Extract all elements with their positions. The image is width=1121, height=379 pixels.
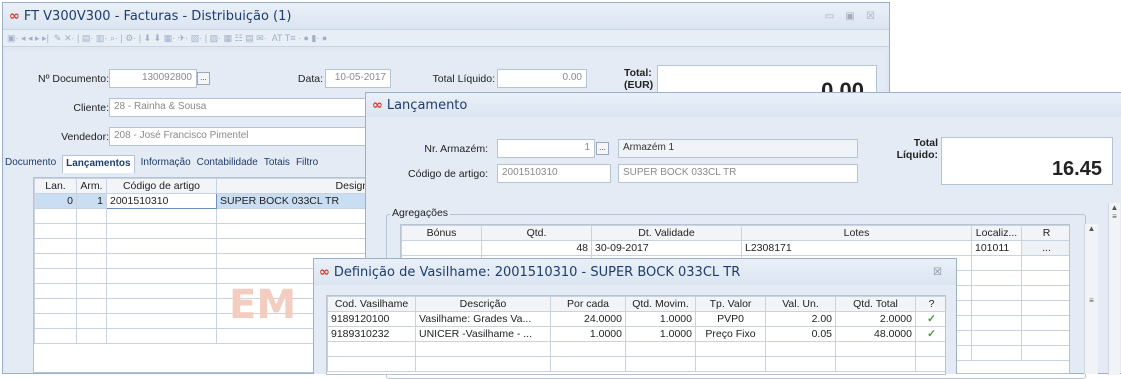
table-row[interactable]: 48 30-09-2017 L2308171 101011... (401, 240, 1069, 256)
tab-contabilidade[interactable]: Contabilidade (197, 155, 258, 173)
doc-number-lookup-button[interactable]: ... (197, 72, 210, 85)
tab-informacao[interactable]: Informação (141, 155, 191, 173)
doc-number-label: Nº Documento: (38, 73, 109, 85)
col-val-un[interactable]: Val. Un. (765, 296, 836, 312)
col-qtd-total[interactable]: Qtd. Total (835, 296, 916, 312)
agregacoes-label: Agregações (390, 207, 451, 219)
col-bonus[interactable]: Bónus (401, 225, 482, 241)
col-por-cada[interactable]: Por cada (550, 296, 626, 312)
app-logo-icon: ∞ (9, 8, 20, 24)
table-row[interactable]: 0 1 2001510310 SUPER BOCK 033CL TR (34, 193, 382, 209)
cell-lan: 0 (34, 193, 77, 209)
lancamento-title-bar: ∞ Lançamento (366, 93, 1121, 117)
toolbar-edit-icons[interactable]: ✎ ✕· | ▤· ▥· ⌕· | ⚙· | ⬇ ⬇ ▦· ✈· ▧· | ▨·… (54, 33, 267, 44)
toolbar-nav-icons[interactable]: ▣· ◂ ◂ ▸ ▸| (7, 33, 49, 44)
col-descricao[interactable]: Descrição (415, 296, 551, 312)
vasilhame-grid: Cod. Vasilhame Descrição Por cada Qtd. Movi… (326, 295, 946, 375)
total-liquido-label: Total Líquido: (432, 73, 495, 85)
main-window-title: FT V300V300 - Facturas - Distribuição (1… (23, 8, 292, 24)
codigo-label: Código de artigo: (408, 168, 488, 180)
total-label: Total: (624, 67, 652, 79)
lanc-liquido-label: Líquido: (896, 149, 938, 161)
client-field[interactable]: 28 - Rainha & Sousa (109, 98, 389, 117)
tab-totais[interactable]: Totais (264, 155, 290, 173)
armazem-lookup-button[interactable]: ... (596, 142, 609, 155)
lanc-total-display: 16.45 (941, 137, 1113, 185)
window-controls[interactable]: ▭ ▣ ☒ (825, 11, 879, 22)
col-flag[interactable]: ? (915, 296, 945, 312)
date-label: Data: (297, 73, 323, 85)
cell-designacao: SUPER BOCK 033CL TR (216, 193, 382, 209)
lancamento-logo-icon: ∞ (372, 97, 383, 113)
col-lotes[interactable]: Lotes (741, 225, 972, 241)
cell-arm: 1 (76, 193, 107, 209)
main-tabs: Documento Lançamentos Informação Contabi… (5, 155, 318, 173)
date-field[interactable]: 10-05-2017 (325, 69, 391, 88)
table-row[interactable]: 9189310232 UNICER -Vasilhame - ... 1.0000 1… (327, 326, 945, 342)
vasilhame-dialog: ∞ Definição de Vasilhame: 2001510310 - S… (313, 258, 957, 375)
armazem-label: Nr. Armazém: (424, 143, 488, 155)
col-r[interactable]: R (1021, 225, 1069, 241)
armazem-name-field: Armazém 1 (618, 139, 858, 158)
lanc-total-value: 16.45 (1051, 158, 1102, 180)
col-lan[interactable]: Lan. (34, 178, 77, 194)
col-cod-vasilhame[interactable]: Cod. Vasilhame (327, 296, 416, 312)
armazem-field[interactable]: 1 (497, 139, 595, 158)
table-row[interactable]: 9189120100 Vasilhame: Grades Va... 24.0000… (327, 311, 945, 327)
doc-number-field[interactable]: 130092800 (109, 69, 197, 88)
watermark-em: EM (229, 282, 297, 328)
vasilhame-title: Definição de Vasilhame: 2001510310 - SUP… (333, 264, 741, 280)
total-liquido-field: 0.00 (497, 69, 587, 88)
col-tp-valor[interactable]: Tp. Valor (695, 296, 766, 312)
toolbar-text-icons[interactable]: AT T≡ · ● ▮· ● (272, 33, 328, 44)
cell-dt-validade: 30-09-2017 (591, 240, 742, 256)
vasilhame-title-bar: ∞ Definição de Vasilhame: 2001510310 - S… (314, 259, 956, 285)
col-qtd[interactable]: Qtd. (481, 225, 592, 241)
col-arm[interactable]: Arm. (76, 178, 107, 194)
col-codigo-artigo[interactable]: Código de artigo (106, 178, 217, 194)
col-dt-validade[interactable]: Dt. Validade (591, 225, 742, 241)
codigo-name-field: SUPER BOCK 033CL TR (618, 164, 858, 183)
col-designacao[interactable]: Designação (216, 178, 382, 194)
cell-lotes: L2308171 (741, 240, 972, 256)
client-label: Cliente: (73, 102, 109, 114)
close-icon[interactable]: ☒ (933, 267, 942, 278)
check-icon[interactable]: ✓ (915, 311, 945, 327)
main-title-bar: ∞ FT V300V300 - Facturas - Distribuição … (3, 3, 889, 29)
tab-lancamentos[interactable]: Lançamentos (62, 155, 135, 173)
cell-localizacao: 101011 (971, 240, 1022, 256)
toolbar: ▣· ◂ ◂ ▸ ▸| ✎ ✕· | ▤· ▥· ⌕· | ⚙· | ⬇ ⬇ ▦·… (3, 29, 889, 47)
lanc-total-label: Total (913, 137, 938, 149)
cell-qtd: 48 (481, 240, 592, 256)
total-currency-label: (EUR) (624, 79, 654, 91)
col-qtd-movim[interactable]: Qtd. Movim. (625, 296, 696, 312)
codigo-field[interactable]: 2001510310 (497, 164, 611, 183)
agregacoes-scrollbar[interactable]: ▲ ≡ (1084, 224, 1098, 374)
vasilhame-logo-icon: ∞ (319, 264, 330, 280)
lancamento-title: Lançamento (386, 97, 468, 113)
row-edit-button[interactable]: ... (1021, 240, 1069, 256)
check-icon[interactable]: ✓ (915, 326, 945, 342)
window-scrollbar[interactable]: ▲ ≡ (1108, 203, 1120, 375)
tab-documento[interactable]: Documento (5, 155, 56, 173)
tab-filtro[interactable]: Filtro (296, 155, 318, 173)
cell-codigo[interactable]: 2001510310 (106, 193, 217, 209)
seller-label: Vendedor: (61, 131, 109, 143)
seller-field[interactable]: 208 - José Francisco Pimentel (109, 127, 389, 146)
col-localizacao[interactable]: Localiz... (971, 225, 1022, 241)
